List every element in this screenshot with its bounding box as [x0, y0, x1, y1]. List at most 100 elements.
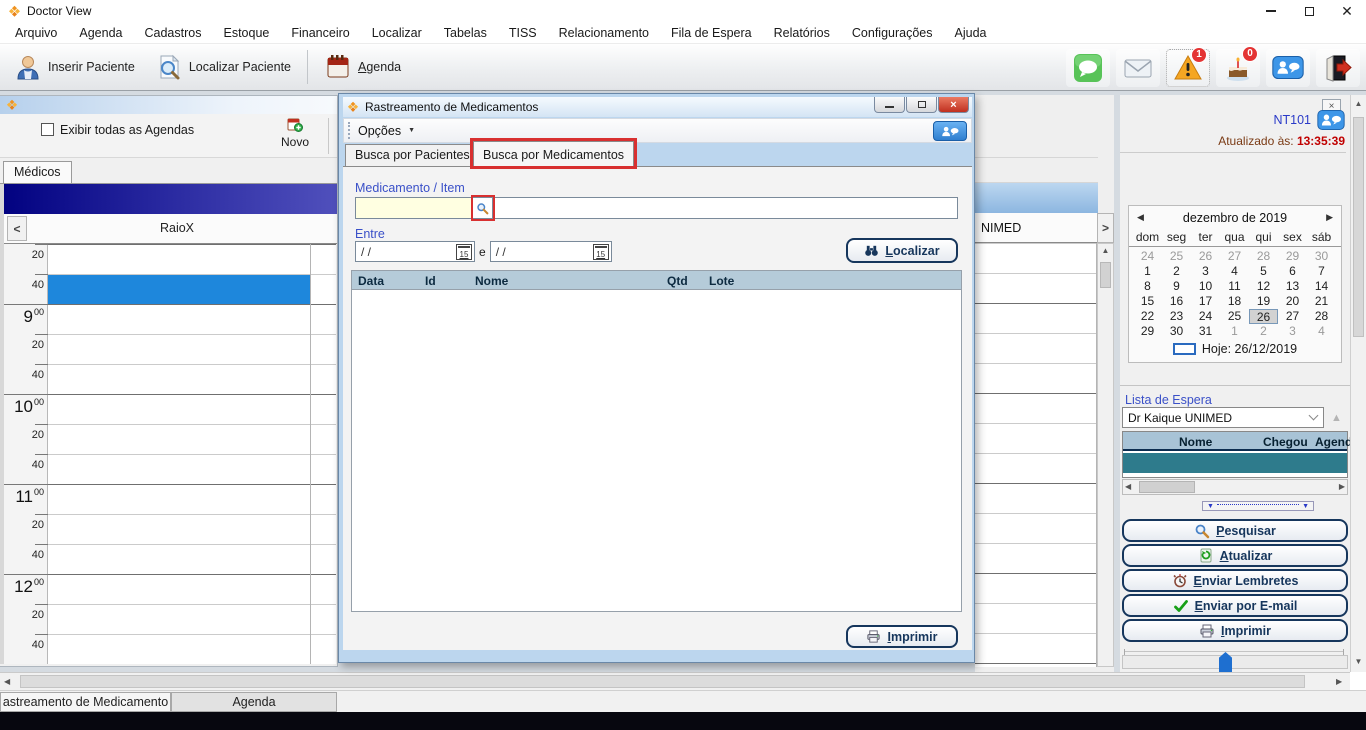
contacts-button[interactable] — [1266, 49, 1310, 87]
tab-medicos[interactable]: Médicos — [3, 161, 72, 183]
scroll-up-icon[interactable]: ▲ — [1098, 246, 1113, 255]
calendar-day[interactable]: 30 — [1307, 249, 1336, 264]
scroll-left-icon[interactable]: ◀ — [4, 677, 10, 686]
window-tab-agenda[interactable]: Agenda — [171, 692, 337, 712]
close-button[interactable]: ✕ — [1328, 0, 1366, 22]
main-horizontal-scrollbar[interactable]: ◀ ▶ — [0, 672, 1350, 690]
collapse-up-icon[interactable]: ▲ — [1331, 412, 1342, 424]
waiting-column-agend[interactable]: Agend — [1315, 435, 1352, 449]
calendar-day[interactable]: 4 — [1220, 264, 1249, 279]
dialog-minimize-button[interactable] — [874, 97, 905, 113]
calendar-day[interactable]: 27 — [1278, 309, 1307, 324]
maximize-button[interactable] — [1290, 0, 1328, 22]
main-vertical-scrollbar[interactable]: ▲ ▼ — [1350, 95, 1366, 672]
menu-item-cadastros[interactable]: Cadastros — [134, 23, 213, 43]
calendar-day[interactable]: 9 — [1162, 279, 1191, 294]
calendar-day[interactable]: 28 — [1249, 249, 1278, 264]
selected-appointment-slot[interactable] — [48, 275, 310, 304]
window-tab-rastreamento[interactable]: astreamento de Medicamento — [0, 692, 171, 712]
os-taskbar[interactable] — [0, 712, 1366, 730]
medication-search-button[interactable] — [473, 197, 493, 219]
calendar-day[interactable]: 3 — [1191, 264, 1220, 279]
calendar-day[interactable]: 25 — [1162, 249, 1191, 264]
calendar-day[interactable]: 29 — [1278, 249, 1307, 264]
column-header-id[interactable]: Id — [425, 274, 436, 288]
calendar-day[interactable]: 16 — [1162, 294, 1191, 309]
waiting-list-row[interactable] — [1123, 453, 1347, 473]
new-appointment-button[interactable]: Novo — [275, 116, 315, 149]
menu-item-relacionamento[interactable]: Relacionamento — [548, 23, 660, 43]
dialog-maximize-button[interactable] — [906, 97, 937, 113]
agenda-button[interactable]: Agenda — [316, 49, 409, 85]
calendar-day[interactable]: 27 — [1220, 249, 1249, 264]
exit-button[interactable] — [1316, 49, 1360, 87]
calendar-day[interactable]: 10 — [1191, 279, 1220, 294]
date-to-field[interactable]: / / 15 — [490, 241, 612, 262]
calendar-day[interactable]: 1 — [1220, 324, 1249, 339]
scrollbar-thumb[interactable] — [1139, 481, 1195, 493]
date-picker-icon[interactable]: 15 — [593, 244, 609, 260]
calendar-day-selected[interactable]: 26 — [1249, 309, 1278, 324]
insert-patient-button[interactable]: Inserir Paciente — [6, 49, 143, 85]
appointment-grid[interactable] — [48, 244, 336, 664]
calendar-next-icon[interactable]: ▶ — [1326, 212, 1333, 223]
imprimir-button[interactable]: Imprimir — [1122, 619, 1348, 642]
menu-item-configurações[interactable]: Configurações — [841, 23, 944, 43]
calendar-day[interactable]: 30 — [1162, 324, 1191, 339]
calendar-day[interactable]: 8 — [1133, 279, 1162, 294]
tab-busca-por-pacientes[interactable]: Busca por Pacientes — [345, 144, 480, 166]
column-header-lote[interactable]: Lote — [709, 274, 734, 288]
menu-item-arquivo[interactable]: Arquivo — [4, 23, 68, 43]
calendar-day[interactable]: 14 — [1307, 279, 1336, 294]
calendar-day[interactable]: 12 — [1249, 279, 1278, 294]
waiting-column-nome[interactable]: Nome — [1179, 435, 1212, 449]
zoom-slider[interactable] — [1122, 655, 1348, 669]
calendar-day[interactable]: 24 — [1133, 249, 1162, 264]
scroll-right-icon[interactable]: ▶ — [1336, 677, 1342, 686]
mail-button[interactable] — [1116, 49, 1160, 87]
menu-item-agenda[interactable]: Agenda — [68, 23, 133, 43]
dialog-contacts-button[interactable] — [933, 121, 967, 141]
agenda-vertical-scrollbar[interactable]: ▲ — [1097, 243, 1114, 667]
calendar-day[interactable]: 6 — [1278, 264, 1307, 279]
enviar-por-e-mail-button[interactable]: Enviar por E-mail — [1122, 594, 1348, 617]
calendar-day[interactable]: 11 — [1220, 279, 1249, 294]
birthdays-button[interactable]: 0 — [1216, 49, 1260, 87]
tab-busca-por-medicamentos[interactable]: Busca por Medicamentos — [473, 141, 634, 166]
scrollbar-thumb[interactable] — [20, 675, 1305, 688]
date-from-field[interactable]: / / 15 — [355, 241, 475, 262]
calendar-day[interactable]: 2 — [1249, 324, 1278, 339]
calendar-day[interactable]: 23 — [1162, 309, 1191, 324]
today-label[interactable]: Hoje: 26/12/2019 — [1202, 342, 1297, 356]
scrollbar-thumb[interactable] — [1100, 262, 1111, 288]
calendar-day[interactable]: 24 — [1191, 309, 1220, 324]
calendar-day[interactable]: 29 — [1133, 324, 1162, 339]
menu-item-estoque[interactable]: Estoque — [212, 23, 280, 43]
calendar-day[interactable]: 15 — [1133, 294, 1162, 309]
calendar-day[interactable]: 19 — [1249, 294, 1278, 309]
calendar-day[interactable]: 26 — [1191, 249, 1220, 264]
localizar-button[interactable]: Localizar — [846, 238, 958, 263]
calendar-day[interactable]: 2 — [1162, 264, 1191, 279]
contacts-icon-small[interactable] — [1317, 110, 1345, 130]
minimize-button[interactable] — [1252, 0, 1290, 22]
menu-item-financeiro[interactable]: Financeiro — [280, 23, 360, 43]
scroll-right-button[interactable]: > — [1097, 213, 1114, 243]
alerts-button[interactable]: 1 — [1166, 49, 1210, 87]
scroll-right-icon[interactable]: ▶ — [1339, 482, 1345, 491]
dialog-close-button[interactable]: × — [938, 97, 969, 113]
show-all-agendas-checkbox[interactable] — [41, 123, 54, 136]
doctor-select[interactable]: Dr Kaique UNIMED — [1122, 407, 1324, 428]
calendar-day[interactable]: 5 — [1249, 264, 1278, 279]
scroll-down-icon[interactable]: ▼ — [1351, 657, 1366, 666]
scroll-left-button[interactable]: < — [7, 216, 27, 241]
calendar-day[interactable]: 3 — [1278, 324, 1307, 339]
menu-item-fila-de-espera[interactable]: Fila de Espera — [660, 23, 763, 43]
atualizar-button[interactable]: Atualizar — [1122, 544, 1348, 567]
menu-item-localizar[interactable]: Localizar — [361, 23, 433, 43]
enviar-lembretes-button[interactable]: Enviar Lembretes — [1122, 569, 1348, 592]
waiting-list-scrollbar[interactable]: ◀ ▶ — [1122, 479, 1348, 495]
pesquisar-button[interactable]: Pesquisar — [1122, 519, 1348, 542]
calendar-day[interactable]: 18 — [1220, 294, 1249, 309]
chat-button[interactable] — [1066, 49, 1110, 87]
